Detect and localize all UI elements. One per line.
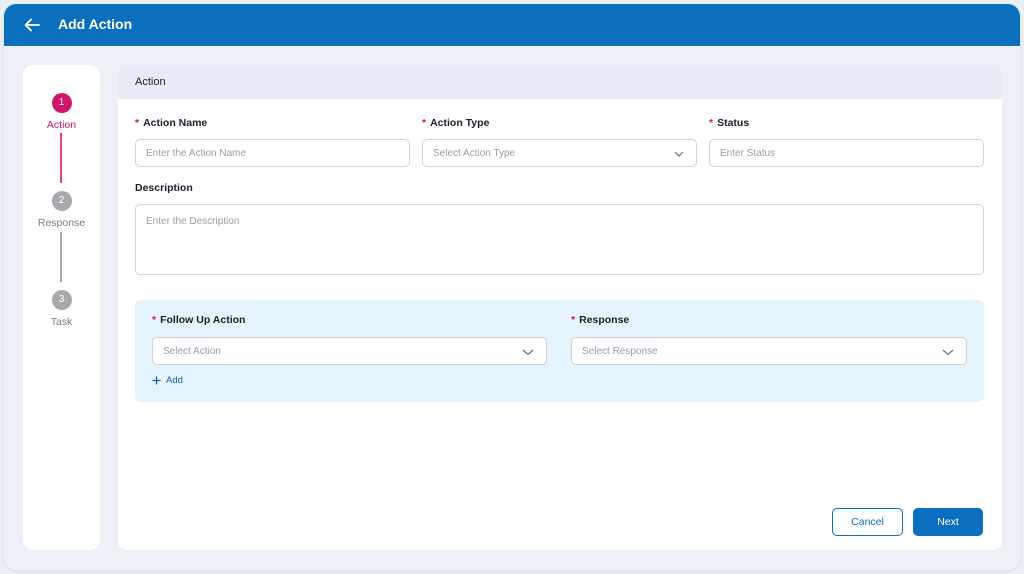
step-task[interactable]: 3 Task [23,290,100,328]
required-marker: * [152,314,157,326]
step-connector [60,232,62,282]
chevron-down-icon [674,151,684,157]
action-type-placeholder: Select Action Type [433,147,516,159]
status-label: * Status [709,117,749,129]
next-button[interactable]: Next [913,508,983,536]
chevron-down-icon [942,349,954,356]
arrow-left-icon [24,18,40,32]
step-action[interactable]: 1 Action [23,93,100,131]
action-name-placeholder: Enter the Action Name [146,147,247,159]
follow-up-action-placeholder: Select Action [163,345,221,357]
description-placeholder: Enter the Description [146,216,240,227]
status-input[interactable]: Enter Status [709,139,984,167]
action-form-card: Action * Action Name Enter the Action Nam… [118,65,1002,550]
app-header: Add Action [4,4,1020,46]
back-button[interactable] [22,15,42,35]
cancel-button[interactable]: Cancel [832,508,903,536]
description-textarea[interactable]: Enter the Description [135,204,984,275]
step-number: 1 [51,93,72,113]
add-follow-up-button[interactable]: Add [152,375,183,386]
action-type-label: * Action Type [422,117,489,129]
step-number: 2 [51,191,72,211]
response-label: * Response [571,314,629,326]
stepper: 1 Action 2 Response 3 Task [23,65,100,550]
step-response[interactable]: 2 Response [23,191,100,229]
status-placeholder: Enter Status [720,147,776,159]
step-label: Response [37,217,86,229]
follow-up-action-label: * Follow Up Action [152,314,245,326]
step-label: Action [46,119,77,131]
add-label: Add [166,375,183,386]
description-label: Description [135,182,193,194]
response-label-text: Response [579,314,630,326]
follow-up-action-label-text: Follow Up Action [160,314,246,326]
action-name-label: * Action Name [135,117,207,129]
step-number: 3 [51,290,72,310]
action-name-label-text: Action Name [143,117,208,129]
step-connector [60,133,62,183]
required-marker: * [422,117,427,129]
plus-icon [152,376,161,385]
follow-up-section: * Follow Up Action Select Action * Respons… [135,300,984,402]
response-select[interactable]: Select Response [571,337,967,365]
page-title: Add Action [58,16,133,32]
status-label-text: Status [717,117,750,129]
required-marker: * [709,117,714,129]
required-marker: * [571,314,576,326]
response-placeholder: Select Response [582,345,658,357]
step-label: Task [50,316,73,328]
action-name-input[interactable]: Enter the Action Name [135,139,410,167]
chevron-down-icon [522,349,534,356]
section-header: Action [118,65,1002,99]
follow-up-action-select[interactable]: Select Action [152,337,547,365]
action-type-label-text: Action Type [430,117,490,129]
required-marker: * [135,117,140,129]
add-action-window: Add Action 1 Action 2 Response 3 Task Ac… [4,4,1020,570]
action-type-select[interactable]: Select Action Type [422,139,697,167]
